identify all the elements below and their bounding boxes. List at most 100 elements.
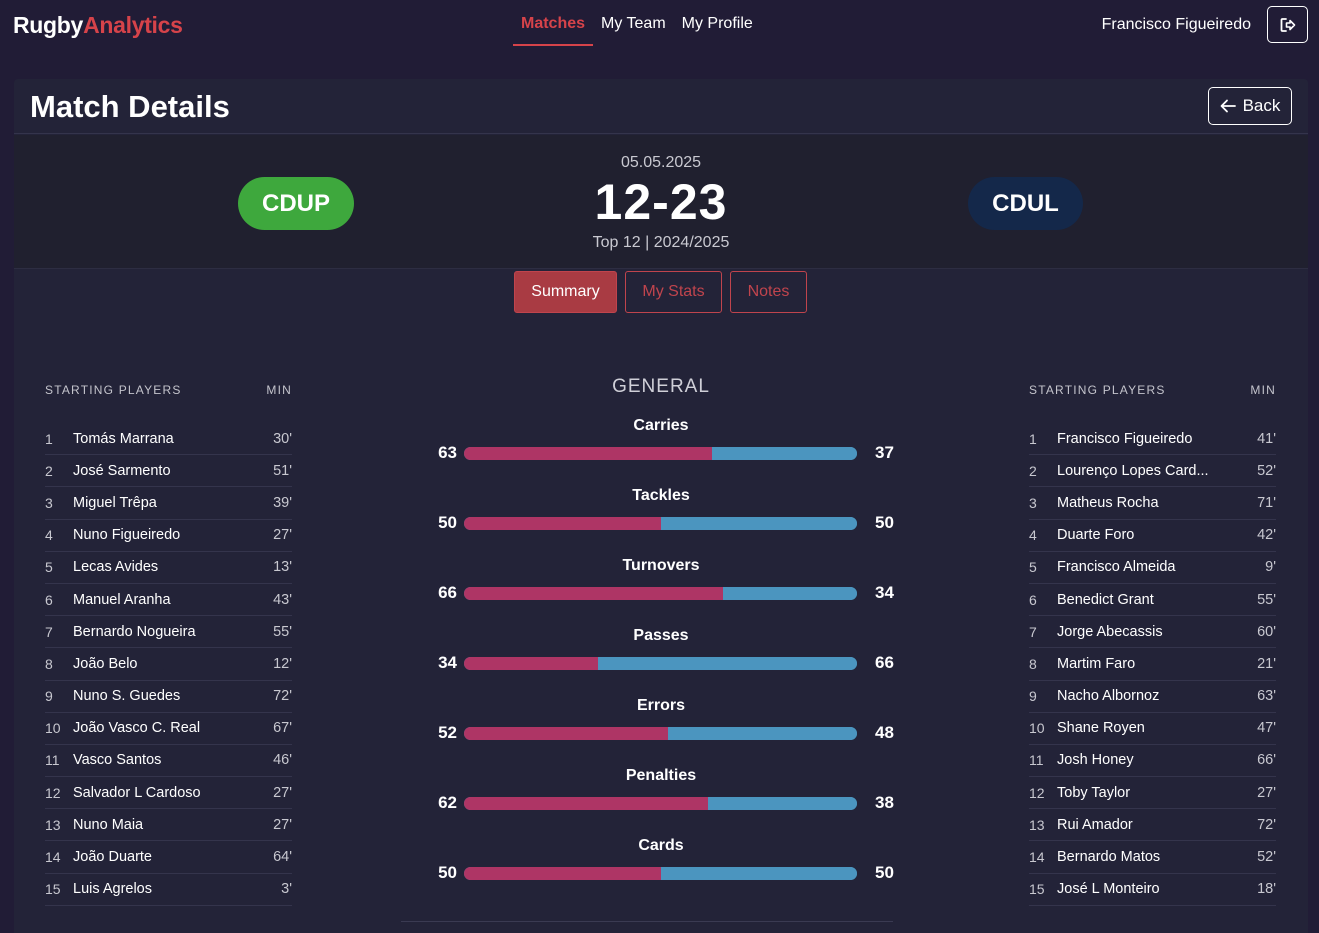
player-row[interactable]: 11 Josh Honey 66': [1029, 745, 1276, 778]
player-row[interactable]: 4 Nuno Figueiredo 27': [45, 520, 292, 552]
player-minutes: 42': [1257, 527, 1276, 544]
player-row[interactable]: 7 Jorge Abecassis 60': [1029, 616, 1276, 649]
player-row[interactable]: 7 Bernardo Nogueira 55': [45, 616, 292, 649]
brand-part-2: Analytics: [83, 12, 183, 38]
player-number: 4: [45, 527, 53, 544]
player-row[interactable]: 8 João Belo 12': [45, 648, 292, 681]
top-navbar: RugbyAnalytics Matches My Team My Profil…: [0, 0, 1319, 52]
player-minutes: 27': [273, 527, 292, 544]
player-row[interactable]: 3 Matheus Rocha 71': [1029, 487, 1276, 520]
nav-link-matches[interactable]: Matches: [513, 0, 594, 46]
player-number: 1: [1029, 430, 1037, 447]
home-team-badge[interactable]: CDUP: [238, 177, 354, 230]
player-minutes: 43': [273, 591, 292, 608]
stat-away-value: 37: [875, 443, 894, 462]
player-minutes: 21': [1257, 655, 1276, 672]
player-row[interactable]: 15 José L Monteiro 18': [1029, 874, 1276, 906]
player-row[interactable]: 6 Benedict Grant 55': [1029, 584, 1276, 617]
stat-label: Penalties: [625, 767, 697, 784]
player-number: 5: [45, 559, 53, 576]
tab-notes[interactable]: Notes: [730, 271, 807, 313]
player-row[interactable]: 10 Shane Royen 47': [1029, 713, 1276, 745]
brand-logo[interactable]: RugbyAnalytics: [13, 12, 183, 39]
player-row[interactable]: 3 Miguel Trêpa 39': [45, 487, 292, 520]
stat-bar: [464, 657, 857, 670]
player-name: Nacho Albornoz: [1057, 688, 1160, 705]
divider: [401, 921, 893, 922]
player-row[interactable]: 15 Luis Agrelos 3': [45, 874, 292, 906]
player-minutes: 30': [273, 430, 292, 447]
player-name: Nuno S. Guedes: [73, 688, 181, 705]
stat-bar-away: [660, 867, 857, 880]
player-row[interactable]: 8 Martim Faro 21': [1029, 648, 1276, 681]
player-name: Matheus Rocha: [1057, 494, 1159, 511]
roster-header-players: STARTING PLAYERS: [45, 383, 182, 397]
player-number: 12: [1029, 784, 1045, 801]
stat-label: Tackles: [632, 487, 690, 504]
player-name: Duarte Foro: [1057, 527, 1135, 544]
player-row[interactable]: 13 Rui Amador 72': [1029, 809, 1276, 842]
player-name: Bernardo Nogueira: [73, 623, 196, 640]
away-team-badge[interactable]: CDUL: [968, 177, 1083, 230]
player-number: 6: [1029, 591, 1037, 608]
arrow-left-icon: [1220, 99, 1236, 113]
player-number: 14: [45, 849, 61, 866]
player-row[interactable]: 1 Francisco Figueiredo 41': [1029, 423, 1276, 456]
player-name: Shane Royen: [1057, 720, 1145, 737]
player-number: 3: [45, 494, 53, 511]
page-title: Match Details: [30, 89, 230, 124]
player-number: 13: [45, 816, 61, 833]
stat-bar-home: [464, 727, 669, 740]
roster-header: STARTING PLAYERS MIN: [1029, 383, 1276, 403]
player-minutes: 18': [1257, 881, 1276, 898]
player-row[interactable]: 12 Salvador L Cardoso 27': [45, 777, 292, 810]
player-row[interactable]: 9 Nacho Albornoz 63': [1029, 681, 1276, 713]
stat-home-value: 62: [438, 793, 457, 812]
player-row[interactable]: 6 Manuel Aranha 43': [45, 584, 292, 617]
player-number: 15: [1029, 881, 1045, 898]
player-minutes: 13': [273, 559, 292, 576]
stat-home-value: 50: [438, 513, 457, 532]
general-stats: GENERAL Carries 63 37 Tackles 50 50 Turnovers 6…: [415, 376, 907, 890]
player-name: Toby Taylor: [1057, 784, 1131, 801]
player-number: 8: [45, 655, 53, 672]
player-row[interactable]: 2 José Sarmento 51': [45, 455, 292, 488]
player-minutes: 66': [1257, 752, 1276, 769]
nav-link-my-team[interactable]: My Team: [593, 0, 674, 46]
player-number: 9: [1029, 688, 1037, 705]
player-row[interactable]: 5 Francisco Almeida 9': [1029, 552, 1276, 584]
player-number: 10: [1029, 720, 1045, 737]
player-minutes: 71': [1257, 494, 1276, 511]
player-row[interactable]: 4 Duarte Foro 42': [1029, 520, 1276, 552]
player-row[interactable]: 10 João Vasco C. Real 67': [45, 713, 292, 745]
player-row[interactable]: 14 João Duarte 64': [45, 841, 292, 874]
tab-summary[interactable]: Summary: [514, 271, 617, 313]
player-number: 2: [45, 462, 53, 479]
nav-links: Matches My Team My Profile: [513, 0, 761, 46]
player-number: 13: [1029, 816, 1045, 833]
nav-link-my-profile[interactable]: My Profile: [674, 0, 761, 46]
player-name: Rui Amador: [1057, 816, 1133, 833]
player-row[interactable]: 5 Lecas Avides 13': [45, 552, 292, 584]
player-row[interactable]: 14 Bernardo Matos 52': [1029, 841, 1276, 874]
stat-home-value: 50: [438, 863, 457, 882]
user-name: Francisco Figueiredo: [1101, 16, 1251, 33]
player-row[interactable]: 11 Vasco Santos 46': [45, 745, 292, 778]
stat-away-value: 38: [875, 793, 894, 812]
player-row[interactable]: 9 Nuno S. Guedes 72': [45, 681, 292, 713]
player-row[interactable]: 12 Toby Taylor 27': [1029, 777, 1276, 810]
player-minutes: 60': [1257, 623, 1276, 640]
logout-button[interactable]: [1267, 6, 1308, 43]
player-name: Vasco Santos: [73, 752, 162, 769]
stat-label: Cards: [638, 837, 684, 854]
player-name: Nuno Figueiredo: [73, 527, 181, 544]
player-row[interactable]: 2 Lourenço Lopes Card... 52': [1029, 455, 1276, 488]
tab-my-stats[interactable]: My Stats: [625, 271, 722, 313]
home-roster: STARTING PLAYERS MIN 1 Tomás Marrana 30' 2 J…: [45, 383, 292, 906]
stat-bar-away: [711, 447, 857, 460]
player-name: José L Monteiro: [1057, 881, 1160, 898]
player-row[interactable]: 1 Tomás Marrana 30': [45, 423, 292, 456]
player-row[interactable]: 13 Nuno Maia 27': [45, 809, 292, 842]
player-number: 10: [45, 720, 61, 737]
back-button[interactable]: Back: [1208, 87, 1292, 125]
